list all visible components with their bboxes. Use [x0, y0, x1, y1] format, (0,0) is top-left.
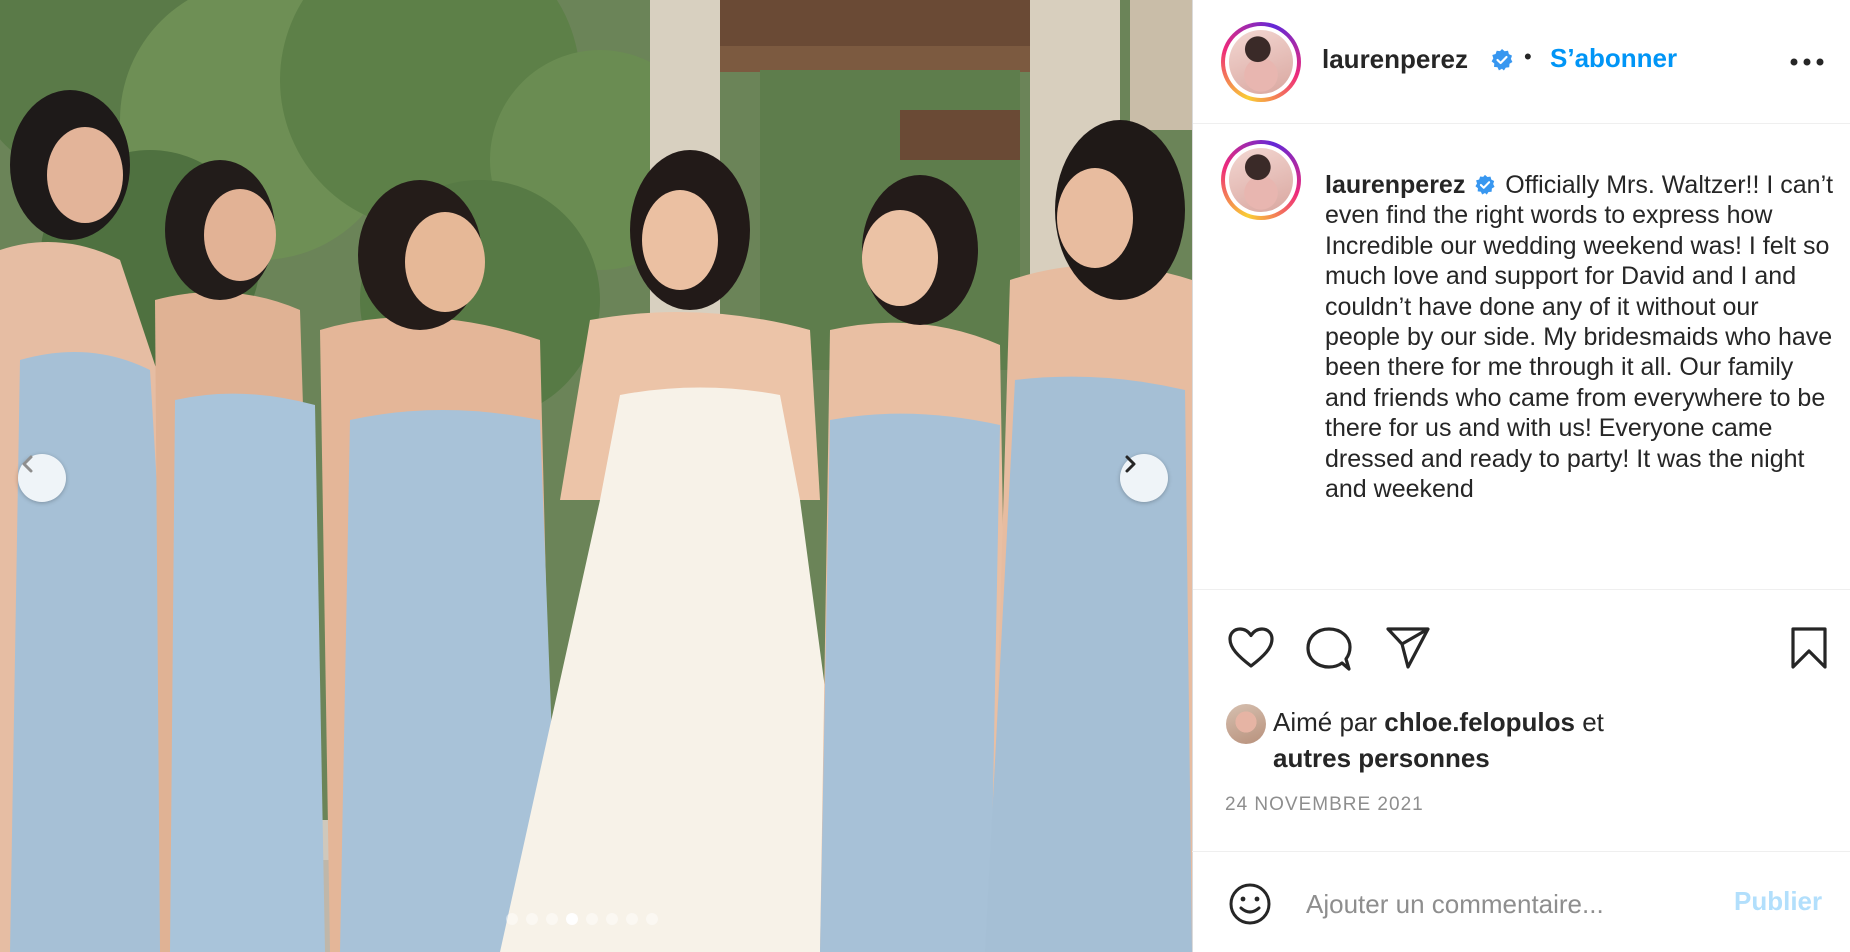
chevron-left-icon	[22, 455, 33, 473]
carousel-dot	[646, 913, 658, 925]
carousel-dot	[526, 913, 538, 925]
verified-badge-icon	[1491, 49, 1513, 71]
carousel-dot	[606, 913, 618, 925]
carousel-dot	[506, 913, 518, 925]
liker-avatar[interactable]	[1226, 704, 1266, 744]
author-avatar[interactable]	[1221, 22, 1301, 102]
post-header	[1193, 0, 1850, 124]
carousel-dot	[566, 913, 578, 925]
likes-middle: et	[1582, 707, 1604, 737]
caption-username[interactable]: laurenperez	[1325, 171, 1465, 199]
caption-avatar[interactable]	[1221, 140, 1301, 220]
more-horizontal-icon[interactable]	[1790, 58, 1824, 66]
caption-scroll[interactable]: laurenperez Officially Mrs. Waltzer!! I …	[1325, 170, 1835, 590]
post-date[interactable]: 24 NOVEMBRE 2021	[1225, 794, 1424, 816]
carousel-dot	[586, 913, 598, 925]
liker-username[interactable]: chloe.felopulos	[1384, 707, 1575, 737]
carousel-dot	[546, 913, 558, 925]
publish-button[interactable]: Publier	[1734, 886, 1822, 917]
bookmark-icon[interactable]	[1790, 626, 1828, 670]
likes-others-link[interactable]: autres personnes	[1273, 743, 1490, 773]
caption-text: Officially Mrs. Waltzer!! I can’t even f…	[1325, 171, 1834, 504]
follow-button[interactable]: S’abonner	[1550, 43, 1677, 74]
chevron-right-icon	[1125, 455, 1136, 473]
carousel-next-button[interactable]	[1120, 454, 1168, 502]
likes-summary: Aimé par chloe.felopulos et autres perso…	[1273, 704, 1673, 776]
carousel-prev-button[interactable]	[18, 454, 66, 502]
verified-badge-icon	[1475, 174, 1495, 195]
smiley-icon[interactable]	[1228, 882, 1272, 926]
likes-prefix: Aimé par	[1273, 707, 1378, 737]
wedding-photo	[0, 0, 1192, 952]
comment-icon[interactable]	[1306, 627, 1352, 671]
paper-plane-icon[interactable]	[1386, 627, 1430, 669]
post-photo[interactable]	[0, 0, 1192, 952]
heart-icon[interactable]	[1228, 627, 1274, 669]
carousel-dot	[626, 913, 638, 925]
author-username[interactable]: laurenperez	[1322, 44, 1468, 75]
comment-input[interactable]	[1306, 884, 1726, 924]
carousel-indicator	[506, 913, 658, 925]
header-separator: •	[1524, 44, 1532, 69]
